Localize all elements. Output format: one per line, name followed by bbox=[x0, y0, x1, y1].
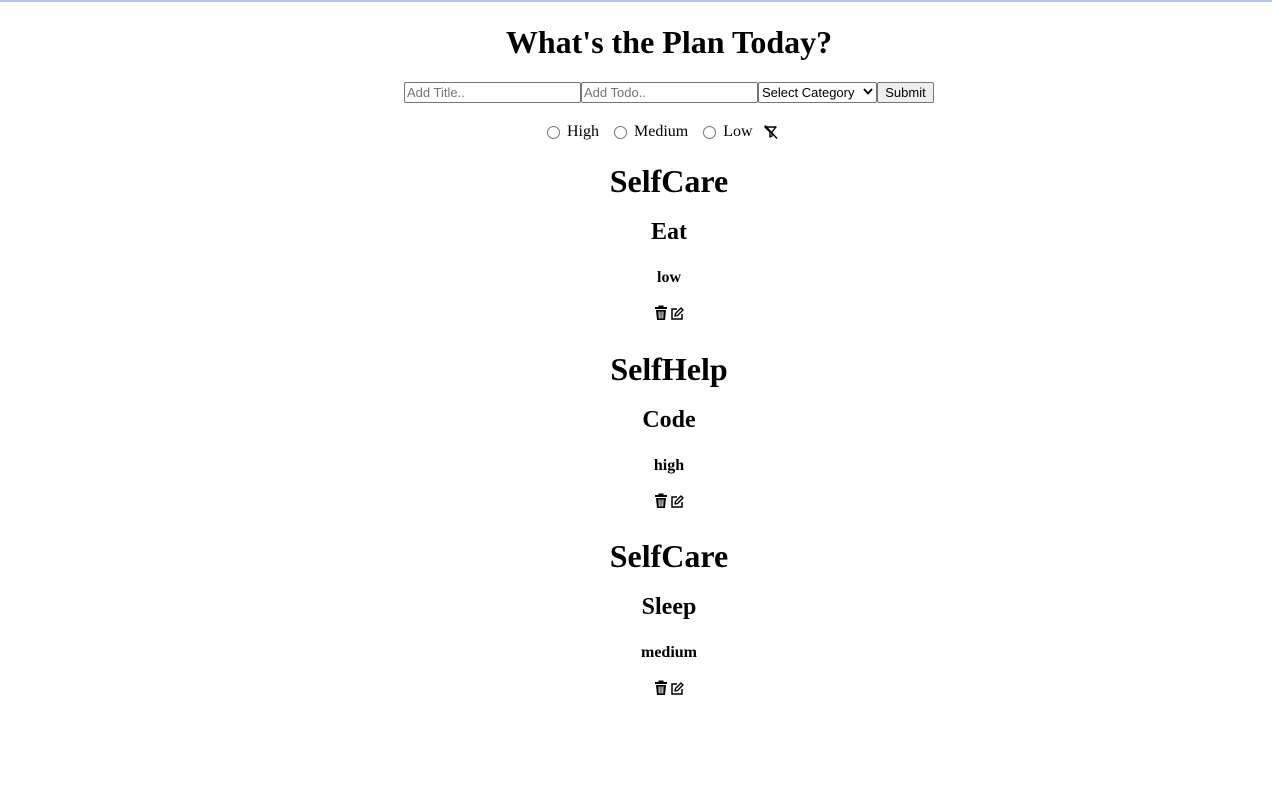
radio-high[interactable] bbox=[547, 125, 560, 139]
trash-icon[interactable] bbox=[654, 305, 668, 321]
todo-title: Sleep bbox=[641, 594, 697, 620]
todo-actions bbox=[0, 305, 1272, 321]
edit-icon[interactable] bbox=[670, 680, 684, 696]
todo-priority: medium bbox=[641, 644, 697, 661]
page: What's the Plan Today? Select Category S… bbox=[0, 0, 1272, 802]
radio-high-label: High bbox=[567, 123, 599, 140]
radio-low-label: Low bbox=[723, 123, 753, 140]
category-select-value: Select Category bbox=[762, 85, 855, 100]
submit-button[interactable]: Submit bbox=[877, 82, 934, 103]
top-border bbox=[0, 0, 1272, 2]
radio-low[interactable] bbox=[703, 125, 717, 139]
todo-actions bbox=[0, 493, 1272, 509]
todo-input[interactable] bbox=[581, 82, 758, 103]
priority-filter: High Medium Low bbox=[546, 122, 779, 142]
todo-category: SelfHelp bbox=[610, 351, 728, 387]
todo-priority: low bbox=[657, 269, 681, 286]
edit-icon[interactable] bbox=[670, 493, 684, 509]
chevron-down-icon bbox=[863, 87, 873, 98]
todo-category: SelfCare bbox=[609, 163, 729, 199]
title-input[interactable] bbox=[404, 82, 581, 103]
todo-actions bbox=[0, 680, 1272, 696]
trash-icon[interactable] bbox=[654, 680, 668, 696]
todo-category: SelfCare bbox=[609, 538, 729, 574]
radio-medium-label: Medium bbox=[634, 123, 689, 140]
todo-title: Code bbox=[642, 407, 696, 433]
todo-title: Eat bbox=[651, 219, 687, 245]
edit-icon[interactable] bbox=[670, 305, 684, 321]
filter-off-icon[interactable] bbox=[763, 124, 779, 140]
todo-priority: high bbox=[653, 457, 685, 474]
trash-icon[interactable] bbox=[654, 493, 668, 509]
add-todo-form: Select Category Submit bbox=[404, 82, 934, 103]
radio-medium[interactable] bbox=[614, 125, 627, 139]
page-title: What's the Plan Today? bbox=[505, 24, 833, 60]
category-select[interactable]: Select Category bbox=[758, 82, 877, 103]
